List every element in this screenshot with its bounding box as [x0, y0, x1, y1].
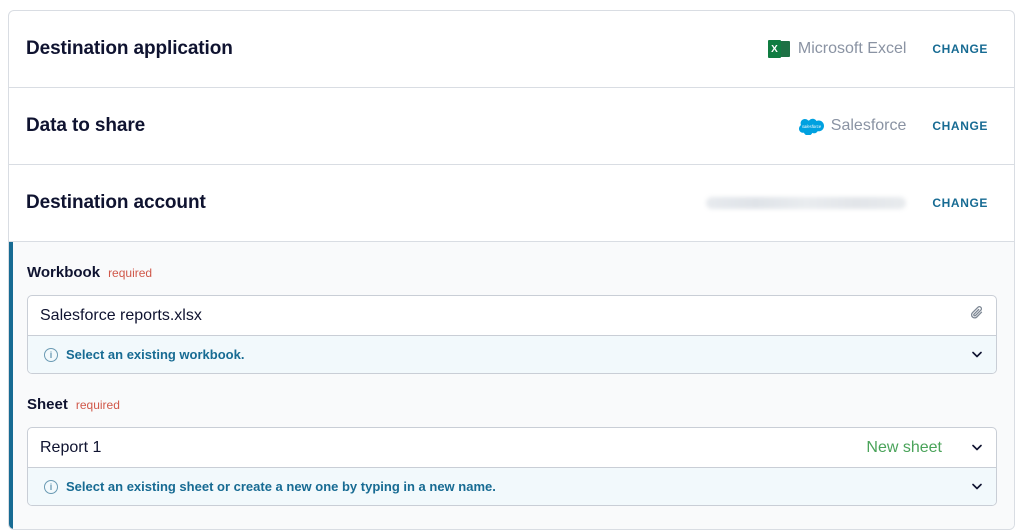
destination-application-row: Destination application X Microsoft Exce… — [9, 11, 1014, 88]
sheet-label-line: Sheet required — [27, 396, 997, 413]
paperclip-icon[interactable] — [970, 305, 984, 326]
sheet-input-value: Report 1 — [40, 438, 102, 456]
data-to-share-title: Data to share — [26, 115, 146, 136]
chevron-down-icon[interactable] — [970, 481, 984, 493]
data-to-share-value: salesforce Salesforce — [798, 117, 907, 135]
workbook-help[interactable]: i Select an existing workbook. — [28, 336, 996, 373]
change-data-to-share-button[interactable]: CHANGE — [932, 119, 988, 133]
destination-application-value: X Microsoft Excel — [767, 40, 907, 58]
data-to-share-name: Salesforce — [830, 117, 907, 134]
chevron-down-icon[interactable] — [970, 442, 984, 454]
destination-account-row: Destination account CHANGE — [9, 165, 1014, 242]
chevron-down-icon[interactable] — [970, 349, 984, 361]
destination-account-title: Destination account — [26, 192, 206, 213]
info-icon: i — [44, 347, 58, 362]
workbook-input[interactable]: Salesforce reports.xlsx — [28, 296, 996, 336]
change-destination-account-button[interactable]: CHANGE — [932, 196, 988, 210]
sheet-field: Report 1 New sheet i Select an existing … — [27, 427, 997, 506]
data-to-share-row: Data to share salesforce Salesforce CHAN… — [9, 88, 1014, 165]
workbook-label: Workbook — [27, 264, 101, 281]
sheet-required-tag: required — [75, 398, 120, 412]
new-sheet-badge: New sheet — [866, 438, 942, 456]
destination-account-details: Workbook required Salesforce reports.xls… — [9, 242, 1014, 529]
destination-application-name: Microsoft Excel — [797, 40, 907, 57]
salesforce-icon-text: salesforce — [802, 124, 822, 129]
workbook-required-tag: required — [108, 266, 153, 280]
info-icon: i — [44, 479, 58, 494]
excel-icon: X — [767, 40, 790, 58]
salesforce-icon: salesforce — [798, 118, 824, 135]
sheet-input[interactable]: Report 1 New sheet — [28, 428, 996, 468]
workbook-input-value: Salesforce reports.xlsx — [40, 306, 202, 324]
destination-account-email-redacted — [706, 197, 907, 209]
destination-application-title: Destination application — [26, 38, 233, 59]
workbook-label-line: Workbook required — [27, 264, 997, 281]
workbook-field: Salesforce reports.xlsx i Select an exis… — [27, 295, 997, 374]
sheet-label: Sheet — [27, 396, 68, 413]
workbook-help-text: Select an existing workbook. — [66, 347, 245, 362]
sheet-help[interactable]: i Select an existing sheet or create a n… — [28, 468, 996, 505]
destination-settings-card: Destination application X Microsoft Exce… — [8, 10, 1015, 530]
sheet-help-text: Select an existing sheet or create a new… — [66, 479, 496, 494]
change-destination-application-button[interactable]: CHANGE — [932, 42, 988, 56]
